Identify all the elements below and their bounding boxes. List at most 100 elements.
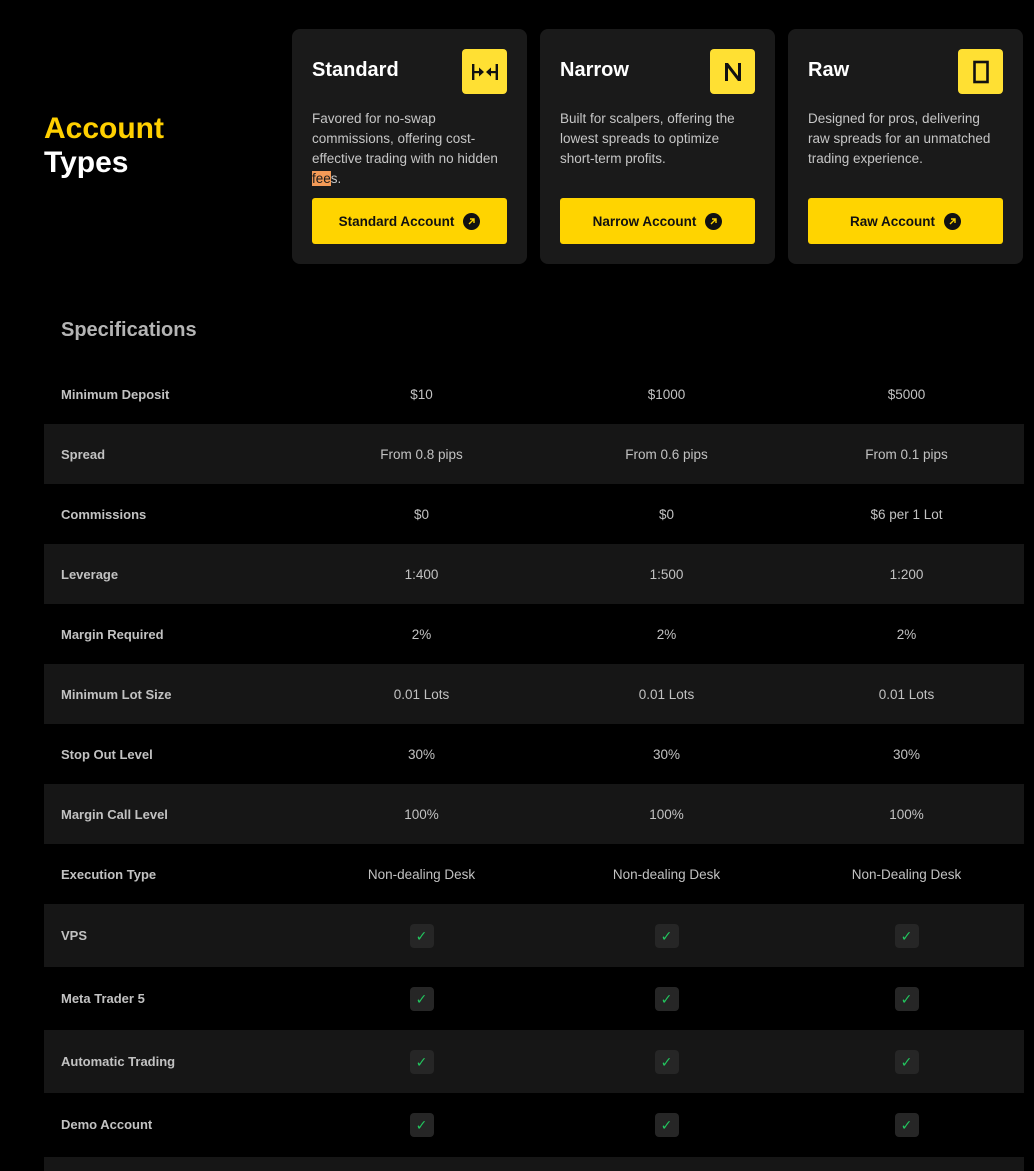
row-label: Margin Call Level bbox=[61, 806, 168, 822]
check-icon: ✓ bbox=[409, 986, 434, 1011]
check-cell: ✓ bbox=[789, 1112, 1024, 1137]
row-value: 1:400 bbox=[404, 566, 439, 582]
check-cell: ✓ bbox=[544, 923, 789, 948]
check-cell: ✓ bbox=[299, 986, 544, 1011]
check-icon: ✓ bbox=[409, 1112, 434, 1137]
check-cell: ✓ bbox=[299, 923, 544, 948]
row-value: 100% bbox=[649, 806, 684, 822]
card-description: Favored for no-swap commissions, offerin… bbox=[312, 109, 507, 189]
row-label: Leverage bbox=[61, 566, 119, 582]
table-row: Meta Trader 5 ✓ ✓ ✓ bbox=[44, 967, 1024, 1030]
heading-accent: Account bbox=[44, 112, 164, 145]
rectangle-icon bbox=[958, 49, 1003, 94]
specifications-title: Specifications bbox=[61, 319, 197, 341]
check-cell: ✓ bbox=[299, 1049, 544, 1074]
row-value: 30% bbox=[892, 746, 921, 762]
check-icon: ✓ bbox=[409, 1049, 434, 1074]
table-row: Margin Call Level 100% 100% 100% bbox=[44, 784, 1024, 844]
table-row: Execution Type Non-dealing Desk Non-dealin… bbox=[44, 844, 1024, 904]
row-label: VPS bbox=[61, 928, 88, 943]
row-value: 1:200 bbox=[889, 566, 924, 582]
row-label: Spread bbox=[61, 446, 106, 462]
card-title: Raw bbox=[808, 59, 850, 81]
row-label: Meta Trader 5 bbox=[61, 991, 145, 1006]
card-description-end: s. bbox=[330, 171, 342, 186]
table-row: Demo Account ✓ ✓ ✓ bbox=[44, 1093, 1024, 1156]
row-label: Demo Account bbox=[61, 1117, 153, 1132]
highlighted-text: fee bbox=[312, 171, 331, 186]
check-icon: ✓ bbox=[654, 923, 679, 948]
button-label: Standard Account bbox=[338, 213, 455, 229]
row-value: 100% bbox=[404, 806, 439, 822]
letter-n-icon bbox=[710, 49, 755, 94]
row-value: 30% bbox=[407, 746, 436, 762]
row-value: Non-Dealing Desk bbox=[851, 866, 962, 882]
check-icon: ✓ bbox=[894, 1112, 919, 1137]
specifications-table: Minimum Deposit $10 $1000 $5000 Spread From 0… bbox=[44, 364, 1024, 1156]
row-label: Minimum Deposit bbox=[61, 386, 170, 402]
row-value: $0 bbox=[413, 506, 430, 522]
check-cell: ✓ bbox=[789, 1049, 1024, 1074]
raw-account-button[interactable]: Raw Account bbox=[808, 198, 1003, 244]
row-value: From 0.8 pips bbox=[380, 446, 463, 462]
table-row: Minimum Lot Size 0.01 Lots 0.01 Lots 0.01 L… bbox=[44, 664, 1024, 724]
table-row: Margin Required 2% 2% 2% bbox=[44, 604, 1024, 664]
row-label: Automatic Trading bbox=[61, 1054, 176, 1069]
row-value: 1:500 bbox=[649, 566, 684, 582]
table-row: Stop Out Level 30% 30% 30% bbox=[44, 724, 1024, 784]
row-value: Non-dealing Desk bbox=[612, 866, 721, 882]
row-value: From 0.6 pips bbox=[625, 446, 708, 462]
row-label: Minimum Lot Size bbox=[61, 686, 172, 702]
table-row-partial bbox=[44, 1157, 1024, 1171]
heading-main: Types bbox=[44, 146, 129, 179]
arrow-up-right-icon bbox=[463, 212, 481, 230]
check-icon: ✓ bbox=[654, 986, 679, 1011]
table-row: Commissions $0 $0 $6 per 1 Lot bbox=[44, 484, 1024, 544]
row-value: $5000 bbox=[887, 386, 926, 402]
account-types-page: Account Types Standard Favored for no-sw… bbox=[0, 0, 1034, 1171]
button-label: Raw Account bbox=[849, 213, 935, 229]
check-cell: ✓ bbox=[299, 1112, 544, 1137]
arrows-inward-icon bbox=[462, 49, 507, 94]
row-value: 2% bbox=[656, 626, 677, 642]
row-value: 2% bbox=[411, 626, 432, 642]
row-value: $0 bbox=[658, 506, 675, 522]
card-title: Standard bbox=[312, 59, 399, 81]
check-cell: ✓ bbox=[544, 986, 789, 1011]
row-value: $10 bbox=[410, 386, 433, 402]
card-description: Built for scalpers, offering the lowest … bbox=[560, 111, 735, 166]
check-cell: ✓ bbox=[544, 1049, 789, 1074]
row-label: Stop Out Level bbox=[61, 746, 153, 762]
row-label: Commissions bbox=[61, 506, 147, 522]
check-icon: ✓ bbox=[894, 986, 919, 1011]
row-value: 2% bbox=[896, 626, 917, 642]
card-narrow: Narrow Built for scalpers, offering the … bbox=[540, 29, 775, 264]
row-value: From 0.1 pips bbox=[865, 446, 948, 462]
row-value: 0.01 Lots bbox=[878, 686, 935, 702]
narrow-account-button[interactable]: Narrow Account bbox=[560, 198, 755, 244]
row-value: 30% bbox=[652, 746, 681, 762]
card-description-text: Favored for no-swap commissions, offerin… bbox=[312, 111, 498, 166]
table-row: Minimum Deposit $10 $1000 $5000 bbox=[44, 364, 1024, 424]
check-icon: ✓ bbox=[409, 923, 434, 948]
button-label: Narrow Account bbox=[592, 213, 697, 229]
card-raw: Raw Designed for pros, delivering raw sp… bbox=[788, 29, 1023, 264]
table-row: Automatic Trading ✓ ✓ ✓ bbox=[44, 1030, 1024, 1093]
check-cell: ✓ bbox=[544, 1112, 789, 1137]
arrow-up-right-icon bbox=[705, 212, 723, 230]
check-cell: ✓ bbox=[789, 923, 1024, 948]
row-value: $6 per 1 Lot bbox=[870, 506, 943, 522]
check-icon: ✓ bbox=[894, 923, 919, 948]
card-title: Narrow bbox=[560, 59, 629, 81]
row-value: 100% bbox=[889, 806, 924, 822]
standard-account-button[interactable]: Standard Account bbox=[312, 198, 507, 244]
row-value: 0.01 Lots bbox=[393, 686, 450, 702]
arrow-up-right-icon bbox=[944, 212, 961, 230]
table-row: Leverage 1:400 1:500 1:200 bbox=[44, 544, 1024, 604]
row-value: Non-dealing Desk bbox=[367, 866, 476, 882]
row-value: 0.01 Lots bbox=[638, 686, 695, 702]
card-description: Designed for pros, delivering raw spread… bbox=[808, 111, 991, 166]
row-label: Margin Required bbox=[61, 626, 164, 642]
check-cell: ✓ bbox=[789, 986, 1024, 1011]
card-standard: Standard Favored for no-swap commissions… bbox=[292, 29, 527, 264]
